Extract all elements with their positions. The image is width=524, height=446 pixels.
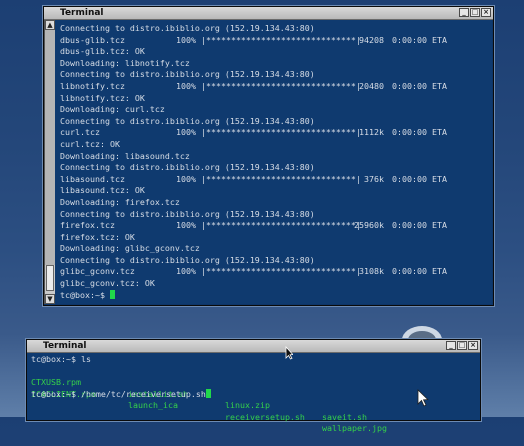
output-text: libasound.tcz: OK <box>60 185 145 196</box>
eta-text: 0:00:00 ETA <box>392 173 447 184</box>
ls-command-line: tc@box:~$ ls <box>31 354 91 364</box>
output-text: glibc_gconv.tcz <box>60 266 135 277</box>
output-text: Connecting to distro.ibiblio.org (152.19… <box>60 208 315 219</box>
output-line: Downloading: curl.tcz <box>60 104 492 116</box>
terminal-output-second[interactable]: tc@box:~$ ls CTXUSB.rpm installit.sh lin… <box>27 353 480 434</box>
output-line: libnotify.tcz 100% |*********************… <box>60 81 492 93</box>
prompt-line[interactable]: tc@box:~$ <box>55 289 492 302</box>
terminal-window-main[interactable]: Terminal _ □ × ▲ ▼ Connecting to distro.… <box>43 6 494 306</box>
file-size: 376k <box>364 173 384 184</box>
file-item: saveit.sh <box>322 411 367 422</box>
output-text: libnotify.tcz: OK <box>60 92 145 103</box>
output-line: libasound.tcz 100% |*********************… <box>60 174 492 186</box>
file-item: launch_ica <box>128 400 178 410</box>
output-line: libnotify.tcz: OK <box>60 93 492 105</box>
prompt-line-second[interactable]: tc@box:~$ /home/tc/receiversetup.sh <box>31 388 480 401</box>
scroll-track[interactable] <box>45 30 55 265</box>
window-controls-second: _ □ × <box>446 341 478 350</box>
eta-text: 0:00:00 ETA <box>392 127 447 138</box>
maximize-icon[interactable]: □ <box>457 341 467 350</box>
output-line: Connecting to distro.ibiblio.org (152.19… <box>60 23 492 35</box>
window-controls: _ □ × <box>459 8 491 17</box>
file-size: 25960k <box>354 220 384 231</box>
close-icon[interactable]: × <box>468 341 478 350</box>
output-line: curl.tcz: OK <box>60 139 492 151</box>
file-size: 94208 <box>359 34 384 45</box>
output-line: firefox.tcz 100% |***********************… <box>60 220 492 232</box>
close-icon[interactable]: × <box>481 8 491 17</box>
output-text: Downloading: glibc_gconv.tcz <box>60 243 200 254</box>
output-text: Downloading: firefox.tcz <box>60 196 180 207</box>
eta-text: 0:00:00 ETA <box>392 220 447 231</box>
output-text: dbus-glib.tcz <box>60 34 125 45</box>
ls-row-1: CTXUSB.rpm installit.sh linux.zip saveit… <box>31 366 480 422</box>
output-line: libasound.tcz: OK <box>60 185 492 197</box>
titlebar-second[interactable]: Terminal _ □ × <box>27 340 480 353</box>
output-text: libnotify.tcz <box>60 80 125 91</box>
mouse-pointer-icon <box>285 346 293 360</box>
output-line: dbus-glib.tcz 100% |*********************… <box>60 35 492 47</box>
output-line: Connecting to distro.ibiblio.org (152.19… <box>60 69 492 81</box>
output-line: glibc_gconv.tcz: OK <box>60 278 492 290</box>
output-text: Connecting to distro.ibiblio.org (152.19… <box>60 254 315 265</box>
output-line: curl.tcz 100% |**************************… <box>60 127 492 139</box>
output-text: Connecting to distro.ibiblio.org (152.19… <box>60 23 315 33</box>
output-text: curl.tcz <box>60 127 100 138</box>
cursor <box>109 289 115 299</box>
file-size: 3108k <box>359 266 384 277</box>
output-text: Connecting to distro.ibiblio.org (152.19… <box>60 162 315 173</box>
output-lines: Connecting to distro.ibiblio.org (152.19… <box>55 20 492 290</box>
titlebar[interactable]: Terminal _ □ × <box>44 7 493 20</box>
command-text: tc@box:~$ /home/tc/receiversetup.sh <box>31 388 206 399</box>
output-text: Connecting to distro.ibiblio.org (152.19… <box>60 69 315 80</box>
maximize-icon[interactable]: □ <box>470 8 480 17</box>
window-title-second: Terminal <box>43 341 87 351</box>
minimize-icon[interactable]: _ <box>459 8 469 17</box>
terminal-output[interactable]: Connecting to distro.ibiblio.org (152.19… <box>55 20 492 304</box>
output-text: curl.tcz: OK <box>60 138 120 149</box>
output-line: Downloading: libnotify.tcz <box>60 58 492 70</box>
output-line: Connecting to distro.ibiblio.org (152.19… <box>60 162 492 174</box>
output-text: dbus-glib.tcz: OK <box>60 46 145 57</box>
output-text: firefox.tcz <box>60 220 115 231</box>
scroll-up-icon[interactable]: ▲ <box>45 20 55 30</box>
file-item: receiversetup.sh <box>225 411 305 422</box>
output-text: firefox.tcz: OK <box>60 231 135 242</box>
window-title: Terminal <box>60 8 104 18</box>
scrollbar[interactable]: ▲ ▼ <box>44 20 55 304</box>
file-size: 1112k <box>359 127 384 138</box>
terminal-window-second[interactable]: Terminal _ □ × tc@box:~$ ls CTXUSB.rpm i… <box>26 339 481 434</box>
ls-row-2: ICACLIENT.rpm launch_ica receiversetup.s… <box>31 377 480 434</box>
file-size: 20480 <box>359 80 384 91</box>
output-text: libasound.tcz <box>60 173 125 184</box>
output-line: dbus-glib.tcz: OK <box>60 46 492 58</box>
cursor <box>205 388 211 398</box>
output-line: Downloading: glibc_gconv.tcz <box>60 243 492 255</box>
eta-text: 0:00:00 ETA <box>392 266 447 277</box>
output-line: Connecting to distro.ibiblio.org (152.19… <box>60 116 492 128</box>
output-line: Connecting to distro.ibiblio.org (152.19… <box>60 209 492 221</box>
output-line: firefox.tcz: OK <box>60 232 492 244</box>
file-item: linux.zip <box>225 400 270 410</box>
output-text: Downloading: curl.tcz <box>60 104 165 115</box>
desktop: core Terminal _ □ × ▲ ▼ Connecting to di… <box>0 0 524 433</box>
scroll-thumb[interactable] <box>46 265 54 291</box>
eta-text: 0:00:00 ETA <box>392 80 447 91</box>
output-line: glibc_gconv.tcz 100% |*******************… <box>60 266 492 278</box>
output-line: Downloading: libasound.tcz <box>60 151 492 163</box>
mouse-pointer-icon <box>417 389 429 407</box>
output-text: Downloading: libnotify.tcz <box>60 57 190 68</box>
output-text: Connecting to distro.ibiblio.org (152.19… <box>60 115 315 126</box>
scroll-down-icon[interactable]: ▼ <box>45 294 55 304</box>
output-text: Downloading: libasound.tcz <box>60 150 190 161</box>
output-line: Connecting to distro.ibiblio.org (152.19… <box>60 255 492 267</box>
eta-text: 0:00:00 ETA <box>392 34 447 45</box>
output-line: Downloading: firefox.tcz <box>60 197 492 209</box>
output-text: glibc_gconv.tcz: OK <box>60 278 155 289</box>
prompt: tc@box:~$ <box>60 289 110 300</box>
file-item: wallpaper.jpg <box>322 423 387 433</box>
minimize-icon[interactable]: _ <box>446 341 456 350</box>
